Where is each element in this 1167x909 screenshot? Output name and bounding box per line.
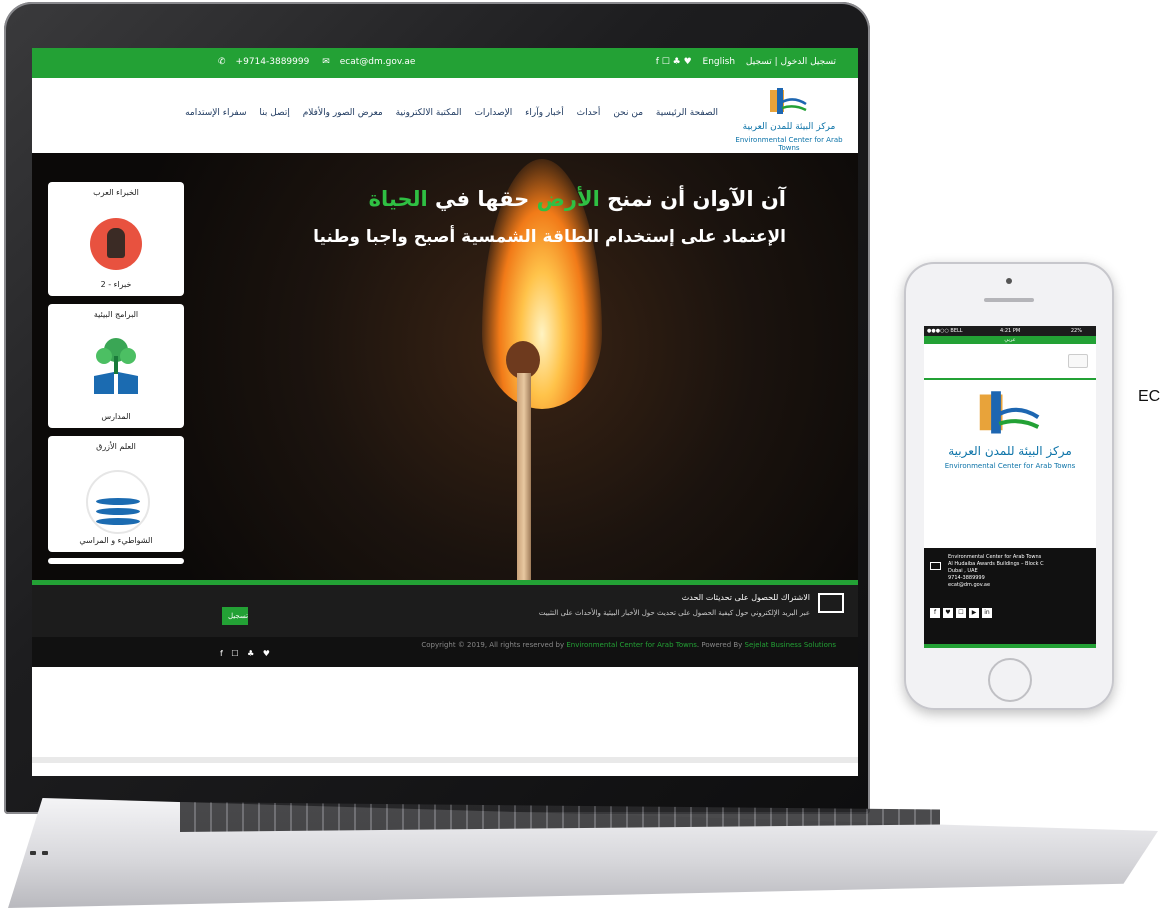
mail-icon: ✉ (322, 57, 330, 67)
nav-item-about[interactable]: من نحن (613, 108, 643, 118)
linkedin-icon[interactable]: in (982, 608, 992, 618)
laptop-frame: ✆ +9714-3889999 ✉ ecat@dm.gov.ae f ☐ ♣ ♥ E… (4, 2, 870, 814)
address-phone: 9714-3889999 (948, 575, 985, 581)
phone-speaker (984, 298, 1034, 302)
card-title: العلم الأزرق (96, 442, 136, 451)
language-link[interactable]: English (703, 57, 736, 67)
card-caption: 2 - خبراء (100, 280, 132, 289)
phone-bottom-line (924, 644, 1096, 648)
phone-social-icons: f ♥ ☐ ▶ in (930, 608, 995, 618)
hamburger-menu-icon[interactable] (1068, 354, 1088, 368)
carrier-label: ●●●○○ BELL (927, 328, 963, 334)
logo-english-text: Environmental Center for Arab Towns (735, 136, 843, 152)
laptop-ports (30, 840, 54, 859)
phone-screen: ●●●○○ BELL 4:21 PM 22% عربي مركز البيئة … (924, 326, 1096, 648)
hero-title-highlight2: الحياة (368, 187, 428, 211)
address-line: Environmental Center for Arab Towns (948, 554, 1042, 560)
eco-schools-icon (94, 338, 138, 394)
page-below-fold (32, 667, 858, 776)
copyright-text: Copyright © 2019, All rights reserved by… (421, 641, 836, 649)
home-button[interactable] (988, 658, 1032, 702)
top-bar: ✆ +9714-3889999 ✉ ecat@dm.gov.ae f ☐ ♣ ♥ E… (32, 48, 858, 78)
auth-links[interactable]: تسجيل الدخول | تسجيل (746, 57, 836, 67)
main-nav: الصفحة الرئيسية من نحن أحداث أخبار وآراء… (175, 108, 718, 118)
match-stick-image (517, 373, 531, 583)
address-line: Al Hudaiba Awards Buildings – Block C (948, 561, 1044, 567)
phone-camera-icon (1006, 278, 1012, 284)
envelope-icon (818, 593, 844, 613)
youtube-icon[interactable]: ▶ (969, 608, 979, 618)
phone-status-bar: ●●●○○ BELL 4:21 PM 22% (924, 326, 1096, 336)
hero-title: آن الآوان أن نمنح الأرض حقها في الحياة (369, 187, 786, 211)
copyright-mid: . Powered By (696, 641, 745, 649)
card-caption: المدارس (101, 412, 131, 421)
logo-emblem-icon (770, 88, 807, 114)
nav-item-home[interactable]: الصفحة الرئيسية (656, 108, 718, 118)
nav-item-events[interactable]: أحداث (577, 108, 601, 118)
address-email[interactable]: ecat@dm.gov.ae (948, 582, 1044, 589)
address-line: Dubai , UAE (948, 568, 978, 574)
subscribe-button[interactable]: تسجيل (222, 607, 248, 625)
site-footer: Copyright © 2019, All rights reserved by… (32, 637, 858, 667)
nav-item-news[interactable]: أخبار وآراء (525, 108, 564, 118)
phone-logo-arabic: مركز البيئة للمدن العربية (948, 444, 1072, 458)
side-label: EC (1138, 388, 1161, 405)
hero-subtitle: الإعتماد على إستخدام الطاقة الشمسية أصبح… (313, 227, 786, 247)
site-header: مركز البيئة للمدن العربية Environmental … (32, 78, 858, 153)
expert-avatar-icon (90, 218, 142, 270)
nav-item-gallery[interactable]: معرض الصور والأفلام (303, 108, 383, 118)
laptop-base (0, 788, 1167, 909)
card-caption: الشواطيء و المراسي (79, 536, 153, 545)
phone-top-bar[interactable]: عربي (924, 336, 1096, 344)
subscribe-description: عبر البريد الإلكتروني حول كيفية الحصول ع… (538, 609, 810, 617)
twitter-icon[interactable]: ♥ (943, 608, 953, 618)
hero-title-part1: آن الآوان أن نمنح (607, 187, 786, 211)
status-time: 4:21 PM (1000, 328, 1021, 334)
subscribe-title: الاشتراك للحصول على تحديثات الحدث (681, 593, 810, 602)
site-logo[interactable]: مركز البيئة للمدن العربية Environmental … (734, 84, 844, 152)
nav-item-library[interactable]: المكتبة الالكترونية (396, 108, 462, 118)
phone-divider (924, 378, 1096, 380)
phone-footer: Environmental Center for Arab Towns Al H… (924, 548, 1096, 644)
card-environmental-programs[interactable]: البرامج البيئية المدارس (48, 304, 184, 428)
phone-logo-english: Environmental Center for Arab Towns (944, 462, 1076, 470)
phone-number[interactable]: +9714-3889999 (236, 57, 310, 67)
card-title: البرامج البيئية (93, 310, 139, 319)
logo-arabic-text: مركز البيئة للمدن العربية (742, 122, 836, 132)
vendor-link[interactable]: Sejelat Business Solutions (745, 641, 836, 649)
footer-social-icons[interactable]: f ☐ ♣ ♥ (220, 649, 273, 658)
nav-item-publications[interactable]: الإصدارات (474, 108, 512, 118)
facebook-icon[interactable]: f (930, 608, 940, 618)
contact-info: ✆ +9714-3889999 ✉ ecat@dm.gov.ae (218, 57, 425, 67)
subscribe-bar: الاشتراك للحصول على تحديثات الحدث عبر ال… (32, 585, 858, 637)
hero-title-part2: حقها في (435, 187, 530, 211)
nav-item-ambassadors[interactable]: سفراء الإستدامه (185, 108, 246, 118)
copyright-prefix: Copyright © 2019, All rights reserved by (421, 641, 567, 649)
phone-envelope-icon (930, 562, 941, 570)
blue-flag-icon (86, 470, 150, 534)
instagram-icon[interactable]: ☐ (956, 608, 966, 618)
nav-item-contact[interactable]: إتصل بنا (259, 108, 289, 118)
social-icons[interactable]: f ☐ ♣ ♥ (656, 57, 692, 67)
phone-frame: ●●●○○ BELL 4:21 PM 22% عربي مركز البيئة … (904, 262, 1114, 710)
topbar-right: f ☐ ♣ ♥ English تسجيل الدخول | تسجيل (648, 57, 836, 67)
battery-percent: 22% (1070, 328, 1082, 334)
phone-logo-emblem-icon (979, 391, 1040, 434)
email-link[interactable]: ecat@dm.gov.ae (340, 57, 416, 67)
hero-title-highlight1: الأرض (536, 187, 600, 211)
card-title: الخبراء العرب (93, 188, 139, 197)
card-blue-flag[interactable]: العلم الأزرق الشواطيء و المراسي (48, 436, 184, 552)
phone-address: Environmental Center for Arab Towns Al H… (948, 554, 1044, 589)
copyright-org-link[interactable]: Environmental Center for Arab Towns (566, 641, 697, 649)
card-partial (48, 558, 184, 564)
laptop-screen: ✆ +9714-3889999 ✉ ecat@dm.gov.ae f ☐ ♣ ♥ E… (32, 48, 858, 776)
scroll-track (32, 757, 858, 763)
card-arab-experts[interactable]: الخبراء العرب 2 - خبراء (48, 182, 184, 296)
phone-icon: ✆ (218, 57, 226, 67)
